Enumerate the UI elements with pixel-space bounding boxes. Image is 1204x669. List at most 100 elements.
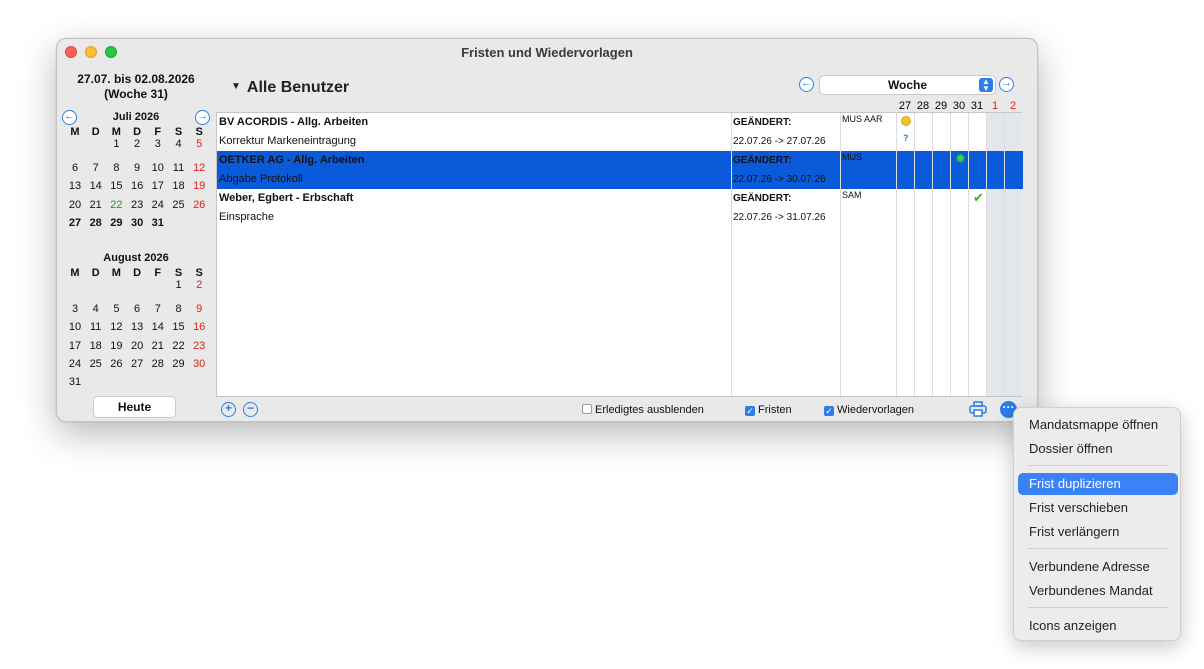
calendar-day[interactable]: 10 xyxy=(148,162,168,174)
calendar-day[interactable]: 8 xyxy=(106,162,126,174)
calendar-day[interactable]: 21 xyxy=(86,199,106,211)
menu-item-extend-deadline[interactable]: Frist verlängern xyxy=(1018,521,1178,543)
menu-item-duplicate-deadline[interactable]: Frist duplizieren xyxy=(1018,473,1178,495)
day-column-header: 29 xyxy=(934,100,948,112)
resubmissions-checkbox[interactable]: ✓ Wiedervorlagen xyxy=(824,404,914,416)
next-month-arrow-icon[interactable]: → xyxy=(195,110,210,125)
column-divider xyxy=(914,113,915,396)
calendar-day[interactable]: 10 xyxy=(65,321,85,333)
print-icon[interactable] xyxy=(969,401,987,417)
table-row[interactable]: Weber, Egbert - Erbschaft GEÄNDERT: SAM ✔ xyxy=(217,189,1023,208)
remove-icon[interactable]: − xyxy=(243,402,258,417)
table-row[interactable]: BV ACORDIS - Allg. Arbeiten GEÄNDERT: MUS … xyxy=(217,113,1023,132)
calendar-day[interactable]: 16 xyxy=(189,321,209,333)
menu-separator xyxy=(1028,548,1168,549)
calendar-day[interactable]: 24 xyxy=(148,199,168,211)
menu-item-open-mandate-folder[interactable]: Mandatsmappe öffnen xyxy=(1018,414,1178,436)
calendar-day[interactable]: 17 xyxy=(148,180,168,192)
hide-done-checkbox[interactable]: Erledigtes ausblenden xyxy=(582,404,704,416)
calendar-day[interactable]: 19 xyxy=(106,340,126,352)
calendar-day[interactable]: 12 xyxy=(106,321,126,333)
calendar-day[interactable]: 17 xyxy=(65,340,85,352)
calendar-day[interactable]: 29 xyxy=(169,358,189,370)
calendar-day[interactable]: 28 xyxy=(86,217,106,229)
calendar-day[interactable]: 18 xyxy=(86,340,106,352)
calendar-day[interactable]: 4 xyxy=(169,138,189,150)
calendar-day[interactable]: 19 xyxy=(189,180,209,192)
calendar-day[interactable]: 22 xyxy=(169,340,189,352)
july-title: Juli 2026 xyxy=(112,111,160,123)
yellow-dot-icon xyxy=(901,116,911,126)
period-label: Woche xyxy=(887,78,928,92)
table-row-detail[interactable]: Korrektur Markeneintragung 22.07.26 -> 27… xyxy=(217,132,1023,151)
calendar-day[interactable]: 8 xyxy=(169,303,189,315)
calendar-day[interactable]: 24 xyxy=(65,358,85,370)
calendar-day[interactable]: 7 xyxy=(148,303,168,315)
calendar-day[interactable]: 25 xyxy=(86,358,106,370)
prev-period-arrow-icon[interactable]: ← xyxy=(799,77,814,92)
prev-month-arrow-icon[interactable]: ← xyxy=(62,110,77,125)
menu-item-show-icons[interactable]: Icons anzeigen xyxy=(1018,615,1178,637)
calendar-day[interactable]: 14 xyxy=(148,321,168,333)
deadlines-checkbox[interactable]: ✓ Fristen xyxy=(745,404,792,416)
row-status: GEÄNDERT: xyxy=(733,117,792,128)
calendar-day[interactable]: 6 xyxy=(65,162,85,174)
calendar-day[interactable]: 26 xyxy=(189,199,209,211)
table-row[interactable]: OETKER AG - Allg. Arbeiten GEÄNDERT: MUS ✹ xyxy=(217,151,1023,170)
calendar-day[interactable]: 11 xyxy=(86,321,106,333)
calendar-day[interactable]: 13 xyxy=(127,321,147,333)
calendar-day[interactable]: 13 xyxy=(65,180,85,192)
weekday-header: D xyxy=(133,126,142,138)
calendar-day[interactable]: 15 xyxy=(106,180,126,192)
table-row-detail[interactable]: Abgabe Protokoll 22.07.26 -> 30.07.26 xyxy=(217,170,1023,189)
menu-item-linked-address[interactable]: Verbundene Adresse xyxy=(1018,556,1178,578)
calendar-day[interactable]: 12 xyxy=(189,162,209,174)
today-button[interactable]: Heute xyxy=(93,396,176,418)
calendar-day[interactable]: 26 xyxy=(106,358,126,370)
calendar-day[interactable]: 5 xyxy=(106,303,126,315)
calendar-day[interactable]: 20 xyxy=(65,199,85,211)
calendar-day[interactable]: 9 xyxy=(127,162,147,174)
calendar-day[interactable]: 7 xyxy=(86,162,106,174)
table-row-detail[interactable]: Einsprache 22.07.26 -> 31.07.26 xyxy=(217,208,1023,227)
calendar-day[interactable]: 18 xyxy=(169,180,189,192)
calendar-day[interactable]: 27 xyxy=(127,358,147,370)
row-title: BV ACORDIS - Allg. Arbeiten xyxy=(219,116,369,128)
calendar-day[interactable]: 23 xyxy=(189,340,209,352)
calendar-day[interactable]: 22 xyxy=(106,199,126,211)
calendar-day[interactable]: 29 xyxy=(106,217,126,229)
calendar-day[interactable]: 15 xyxy=(169,321,189,333)
next-period-arrow-icon[interactable]: → xyxy=(999,77,1014,92)
user-filter-dropdown[interactable]: ▼ Alle Benutzer xyxy=(231,79,349,97)
calendar-day[interactable]: 25 xyxy=(169,199,189,211)
menu-item-open-dossier[interactable]: Dossier öffnen xyxy=(1018,438,1178,460)
period-select[interactable]: Woche ▲ ▼ xyxy=(819,75,996,95)
calendar-day[interactable]: 2 xyxy=(127,138,147,150)
calendar-day[interactable]: 16 xyxy=(127,180,147,192)
calendar-day[interactable]: 3 xyxy=(65,303,85,315)
calendar-day[interactable]: 21 xyxy=(148,340,168,352)
calendar-day[interactable]: 1 xyxy=(169,279,189,291)
calendar-day[interactable]: 2 xyxy=(189,279,209,291)
calendar-day[interactable]: 9 xyxy=(189,303,209,315)
calendar-day[interactable]: 30 xyxy=(127,217,147,229)
calendar-day[interactable]: 20 xyxy=(127,340,147,352)
column-divider xyxy=(840,113,841,396)
calendar-day[interactable]: 31 xyxy=(148,217,168,229)
add-icon[interactable]: + xyxy=(221,402,236,417)
calendar-day[interactable]: 30 xyxy=(189,358,209,370)
calendar-day[interactable]: 3 xyxy=(148,138,168,150)
calendar-day[interactable]: 4 xyxy=(86,303,106,315)
calendar-day[interactable]: 27 xyxy=(65,217,85,229)
menu-item-linked-mandate[interactable]: Verbundenes Mandat xyxy=(1018,580,1178,602)
calendar-day[interactable]: 1 xyxy=(106,138,126,150)
calendar-day[interactable]: 28 xyxy=(148,358,168,370)
calendar-day[interactable]: 31 xyxy=(65,376,85,388)
weekday-header: S xyxy=(174,267,183,279)
calendar-day[interactable]: 11 xyxy=(169,162,189,174)
calendar-day[interactable]: 6 xyxy=(127,303,147,315)
menu-item-move-deadline[interactable]: Frist verschieben xyxy=(1018,497,1178,519)
calendar-day[interactable]: 5 xyxy=(189,138,209,150)
calendar-day[interactable]: 23 xyxy=(127,199,147,211)
calendar-day[interactable]: 14 xyxy=(86,180,106,192)
